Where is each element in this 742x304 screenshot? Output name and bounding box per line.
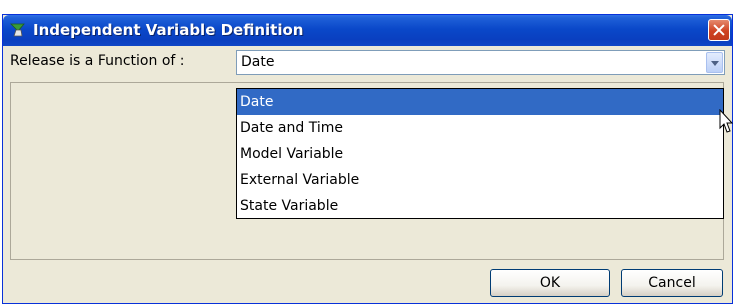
dropdown-option-model-variable[interactable]: Model Variable <box>237 141 723 167</box>
dropdown-list[interactable]: Date Date and Time Model Variable Extern… <box>236 88 724 219</box>
dropdown-option-date[interactable]: Date <box>237 89 723 115</box>
dropdown-option-date-and-time[interactable]: Date and Time <box>237 115 723 141</box>
function-combobox[interactable]: Date <box>236 50 725 75</box>
dropdown-option-state-variable[interactable]: State Variable <box>237 193 723 219</box>
cancel-button[interactable]: Cancel <box>621 269 723 297</box>
green-arrow-icon <box>10 23 25 37</box>
dialog-window: Independent Variable Definition Release … <box>2 14 733 304</box>
close-icon[interactable] <box>708 19 730 41</box>
ok-button[interactable]: OK <box>490 269 610 297</box>
title-bar[interactable]: Independent Variable Definition <box>3 15 732 46</box>
combo-value: Date <box>241 54 275 70</box>
mouse-cursor-icon <box>719 109 734 133</box>
window-title: Independent Variable Definition <box>33 21 304 39</box>
function-label: Release is a Function of : <box>10 53 185 69</box>
dropdown-option-external-variable[interactable]: External Variable <box>237 167 723 193</box>
chevron-down-icon[interactable] <box>706 52 723 73</box>
